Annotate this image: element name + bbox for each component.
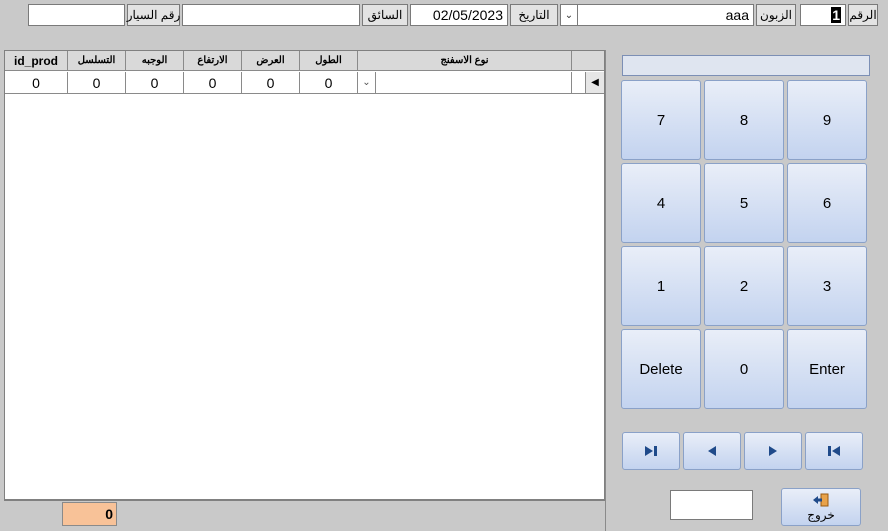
cell-id-prod[interactable]: 0 bbox=[5, 72, 68, 94]
car-number-label: رقم السيار bbox=[127, 4, 180, 26]
key-1[interactable]: 1 bbox=[621, 246, 701, 326]
customer-dropdown-button[interactable]: ⌄ bbox=[560, 4, 578, 26]
key-4[interactable]: 4 bbox=[621, 163, 701, 243]
column-header-width[interactable]: العرض bbox=[242, 51, 300, 71]
key-3[interactable]: 3 bbox=[787, 246, 867, 326]
key-9[interactable]: 9 bbox=[787, 80, 867, 160]
panel-divider bbox=[605, 50, 606, 531]
column-header-meal[interactable]: الوجبه bbox=[126, 51, 184, 71]
first-record-icon bbox=[828, 446, 840, 456]
grid-divider bbox=[4, 500, 605, 501]
cell-meal[interactable]: 0 bbox=[126, 72, 184, 94]
number-value: 1 bbox=[831, 7, 841, 23]
column-header-length[interactable]: الطول bbox=[300, 51, 358, 71]
next-record-icon bbox=[769, 446, 777, 456]
next-record-button[interactable] bbox=[744, 432, 802, 470]
cell-height[interactable]: 0 bbox=[184, 72, 242, 94]
cell-width[interactable]: 0 bbox=[242, 72, 300, 94]
date-label: التاريخ bbox=[510, 4, 558, 26]
key-6[interactable]: 6 bbox=[787, 163, 867, 243]
total-field: 0 bbox=[62, 502, 117, 526]
exit-door-icon bbox=[813, 493, 829, 506]
key-7[interactable]: 7 bbox=[621, 80, 701, 160]
exit-label: خروج bbox=[807, 507, 835, 522]
cell-sequence[interactable]: 0 bbox=[68, 72, 126, 94]
key-2[interactable]: 2 bbox=[704, 246, 784, 326]
key-5[interactable]: 5 bbox=[704, 163, 784, 243]
cell-length[interactable]: 0 bbox=[300, 72, 358, 94]
small-input-field[interactable] bbox=[670, 490, 753, 520]
chevron-down-icon: ⌄ bbox=[564, 9, 574, 21]
date-field[interactable]: 02/05/2023 bbox=[410, 4, 508, 26]
row-header-corner bbox=[572, 51, 604, 71]
key-0[interactable]: 0 bbox=[704, 329, 784, 409]
number-field[interactable]: 1 bbox=[800, 4, 846, 26]
column-header-height[interactable]: الارتفاع bbox=[184, 51, 242, 71]
row-selector[interactable]: ◀ bbox=[586, 72, 604, 94]
enter-button[interactable]: Enter bbox=[787, 329, 867, 409]
column-header-sponge-type[interactable]: نوع الاسفنج bbox=[358, 51, 572, 71]
column-header-id-prod[interactable]: id_prod bbox=[5, 51, 68, 71]
items-grid[interactable]: id_prod التسلسل الوجبه الارتفاع العرض ال… bbox=[4, 50, 605, 500]
driver-label: السائق bbox=[362, 4, 408, 26]
delete-button[interactable]: Delete bbox=[621, 329, 701, 409]
row-selector-spacer bbox=[572, 72, 586, 94]
first-record-button[interactable] bbox=[805, 432, 863, 470]
last-record-button[interactable] bbox=[622, 432, 680, 470]
current-row-pointer-icon: ◀ bbox=[591, 77, 599, 88]
previous-record-icon bbox=[708, 446, 716, 456]
keypad-display[interactable] bbox=[622, 55, 870, 76]
previous-record-button[interactable] bbox=[683, 432, 741, 470]
column-header-sequence[interactable]: التسلسل bbox=[68, 51, 126, 71]
exit-button[interactable]: خروج bbox=[781, 488, 861, 526]
number-label: الرقم bbox=[848, 4, 878, 26]
customer-field[interactable]: aaa bbox=[577, 4, 754, 26]
sponge-type-dropdown[interactable]: ⌄ bbox=[358, 72, 376, 94]
customer-label: الزبون bbox=[756, 4, 796, 26]
chevron-down-icon: ⌄ bbox=[362, 77, 371, 88]
last-record-icon bbox=[645, 446, 657, 456]
car-number-field[interactable] bbox=[28, 4, 125, 26]
key-8[interactable]: 8 bbox=[704, 80, 784, 160]
driver-field[interactable] bbox=[182, 4, 360, 26]
cell-sponge-type[interactable] bbox=[376, 72, 572, 94]
